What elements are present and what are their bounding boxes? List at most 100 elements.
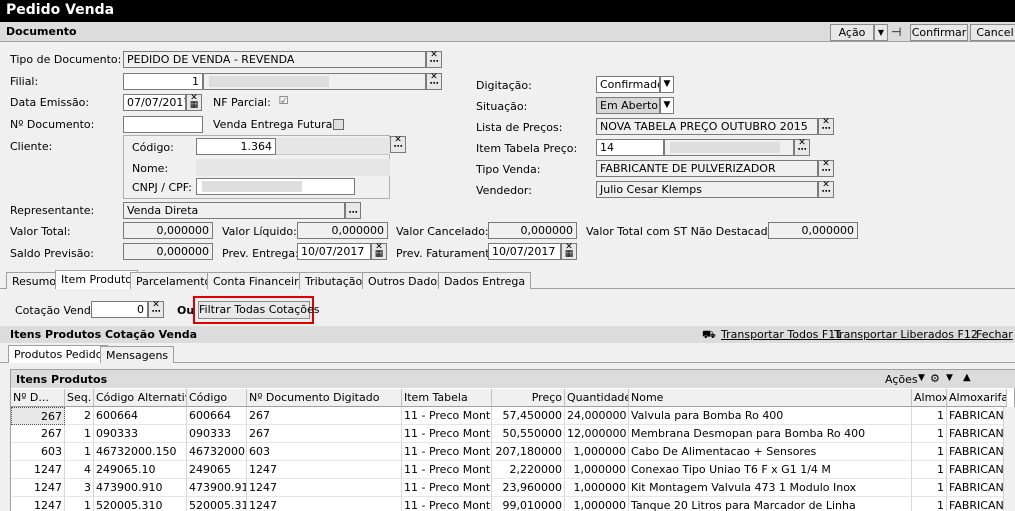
column-header-n-doc[interactable]: Nº D...: [11, 389, 65, 407]
tipo-venda-field[interactable]: FABRICANTE DE PULVERIZADOR: [596, 160, 818, 177]
table-cell[interactable]: 267: [247, 407, 402, 425]
table-cell[interactable]: FABRICANT: [947, 461, 1007, 479]
column-header-n-documento-digitado[interactable]: Nº Documento Digitado: [247, 389, 402, 407]
table-cell[interactable]: 600664: [187, 407, 247, 425]
column-header-item-tabela[interactable]: Item Tabela: [402, 389, 492, 407]
nf-parcial-checkbox[interactable]: ☑: [278, 95, 289, 107]
table-cell[interactable]: 3: [65, 479, 94, 497]
representante-field[interactable]: Venda Direta: [123, 202, 345, 219]
acao-dropdown-icon[interactable]: ▼: [874, 24, 888, 41]
table-cell[interactable]: 1247: [11, 461, 65, 479]
confirmar-button[interactable]: Confirmar: [910, 24, 968, 41]
clear-search-icon[interactable]: ✕ ⋯: [818, 181, 834, 198]
item-tabela-preco-field[interactable]: 14: [596, 139, 664, 156]
table-cell[interactable]: 11 - Preco Montan: [402, 479, 492, 497]
chevron-down-icon[interactable]: ▼: [918, 373, 925, 383]
table-cell[interactable]: 24,000000: [565, 407, 629, 425]
table-cell[interactable]: 600664: [94, 407, 187, 425]
acao-button[interactable]: Ação: [830, 24, 874, 41]
tab-mensagens[interactable]: Mensagens: [100, 346, 175, 363]
clear-search-icon[interactable]: ✕ ⋯: [794, 139, 810, 156]
clear-search-icon[interactable]: ✕ ⋯: [426, 51, 442, 68]
table-cell[interactable]: 1,000000: [565, 497, 629, 511]
n-documento-field[interactable]: [123, 116, 203, 133]
table-cell[interactable]: 1: [65, 443, 94, 461]
table-cell[interactable]: 1: [912, 497, 947, 511]
table-cell[interactable]: 1: [912, 407, 947, 425]
table-cell[interactable]: FABRICANT: [947, 479, 1007, 497]
column-header-quantidade[interactable]: Quantidade: [565, 389, 629, 407]
filtrar-todas-cotacoes-button[interactable]: Filtrar Todas Cotações: [198, 301, 320, 319]
table-cell[interactable]: 249065.10: [94, 461, 187, 479]
cliente-codigo-field[interactable]: 1.364: [196, 138, 276, 155]
table-cell[interactable]: FABRICANT: [947, 425, 1007, 443]
column-header-almox[interactable]: Almox.: [912, 389, 947, 407]
table-cell[interactable]: Conexao Tipo Uniao T6 F x G1 1/4 M: [629, 461, 912, 479]
table-cell[interactable]: 12,000000: [565, 425, 629, 443]
table-cell[interactable]: Valvula para Bomba Ro 400: [629, 407, 912, 425]
acoes-menu[interactable]: Ações: [885, 373, 918, 386]
tab-dados-entrega[interactable]: Dados Entrega: [438, 272, 532, 289]
settings-icon[interactable]: ⚙: [930, 372, 940, 385]
table-cell[interactable]: 090333: [187, 425, 247, 443]
table-cell[interactable]: 603: [247, 443, 402, 461]
table-cell[interactable]: 1: [912, 425, 947, 443]
collapse-icon[interactable]: ▲: [963, 372, 971, 383]
table-cell[interactable]: Tanque 20 Litros para Marcador de Linha: [629, 497, 912, 511]
table-cell[interactable]: 46732000.150: [94, 443, 187, 461]
table-cell[interactable]: 11 - Preco Montan: [402, 443, 492, 461]
search-icon[interactable]: ⋯: [345, 202, 361, 219]
calendar-icon[interactable]: ✕ ▦: [371, 243, 387, 260]
table-cell[interactable]: 1,000000: [565, 443, 629, 461]
clear-search-icon[interactable]: ✕ ⋯: [818, 160, 834, 177]
chevron-down-icon[interactable]: ▼: [660, 76, 674, 93]
tab-conta-financeira[interactable]: Conta Financeira: [207, 272, 312, 289]
calendar-icon[interactable]: ✕ ▦: [186, 94, 202, 111]
column-header-codigo[interactable]: Código: [187, 389, 247, 407]
column-header-almoxarifado[interactable]: Almoxarifad: [947, 389, 1007, 407]
table-cell[interactable]: 11 - Preco Montan: [402, 497, 492, 511]
table-cell[interactable]: 207,180000: [492, 443, 565, 461]
column-header-seq[interactable]: Seq.: [65, 389, 94, 407]
table-cell[interactable]: 2,220000: [492, 461, 565, 479]
tab-produtos-pedido[interactable]: Produtos Pedido: [8, 345, 109, 363]
calendar-icon[interactable]: ✕ ▦: [561, 243, 577, 260]
table-cell[interactable]: 1247: [247, 497, 402, 511]
tipo-documento-field[interactable]: PEDIDO DE VENDA - REVENDA: [123, 51, 426, 68]
table-cell[interactable]: 1247: [11, 479, 65, 497]
table-cell[interactable]: 1: [912, 479, 947, 497]
table-cell[interactable]: FABRICANT: [947, 407, 1007, 425]
lista-precos-field[interactable]: NOVA TABELA PREÇO OUTUBRO 2015: [596, 118, 818, 135]
transportar-liberados-link[interactable]: Transportar Liberados F12: [834, 328, 978, 341]
tab-tributacao[interactable]: Tributação: [299, 272, 369, 289]
table-cell[interactable]: 11 - Preco Montan: [402, 425, 492, 443]
table-cell[interactable]: 249065: [187, 461, 247, 479]
table-cell[interactable]: 267: [11, 425, 65, 443]
clear-search-icon[interactable]: ✕ ⋯: [148, 301, 164, 318]
cancelar-button[interactable]: Cancel: [970, 24, 1015, 41]
table-cell[interactable]: Kit Montagem Valvula 473 1 Modulo Inox: [629, 479, 912, 497]
table-cell[interactable]: 1: [65, 497, 94, 511]
table-cell[interactable]: 473900.910: [187, 479, 247, 497]
digitacao-select[interactable]: Confirmado: [596, 76, 660, 93]
transportar-todos-link[interactable]: Transportar Todos F11: [721, 328, 842, 341]
data-emissao-field[interactable]: 07/07/2017: [123, 94, 186, 111]
table-cell[interactable]: 520005.310: [187, 497, 247, 511]
fechar-link[interactable]: Fechar: [976, 328, 1013, 341]
table-cell[interactable]: 46732000.1: [187, 443, 247, 461]
table-cell[interactable]: 1247: [247, 479, 402, 497]
table-cell[interactable]: FABRICANT: [947, 497, 1007, 511]
table-cell[interactable]: 1: [65, 425, 94, 443]
table-cell[interactable]: 473900.910: [94, 479, 187, 497]
column-header-codigo-alternativo[interactable]: Código Alternativo: [94, 389, 187, 407]
table-cell[interactable]: 1,000000: [565, 461, 629, 479]
column-header-nome[interactable]: Nome: [629, 389, 912, 407]
cnpj-field[interactable]: [196, 178, 355, 195]
table-cell[interactable]: Membrana Desmopan para Bomba Ro 400: [629, 425, 912, 443]
table-cell[interactable]: 267: [11, 407, 65, 425]
table-cell[interactable]: 1247: [11, 497, 65, 511]
table-cell[interactable]: 520005.310: [94, 497, 187, 511]
table-cell[interactable]: FABRICANT: [947, 443, 1007, 461]
table-cell[interactable]: 1: [912, 443, 947, 461]
table-cell[interactable]: 11 - Preco Montan: [402, 407, 492, 425]
